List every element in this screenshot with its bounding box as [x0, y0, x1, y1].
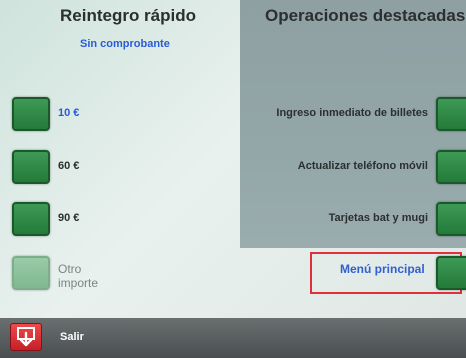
amount-60-label: 60 € [58, 160, 80, 172]
other-amount-line1: Otro [58, 262, 82, 276]
amount-90-button[interactable] [12, 202, 50, 236]
other-amount-label: Otro importe [58, 262, 98, 290]
featured-operations-panel [240, 0, 466, 248]
update-phone-label: Actualizar teléfono móvil [297, 160, 428, 172]
exit-icon [17, 327, 35, 347]
main-menu-button[interactable] [436, 256, 466, 290]
update-phone-button[interactable] [436, 150, 466, 184]
bat-mugi-cards-button[interactable] [436, 202, 466, 236]
no-receipt-label: Sin comprobante [80, 38, 170, 50]
exit-button[interactable] [10, 323, 42, 351]
other-amount-button[interactable] [12, 256, 50, 290]
main-menu-label: Menú principal [340, 262, 425, 276]
featured-operations-title: Operaciones destacadas [265, 6, 466, 25]
amount-10-button[interactable] [12, 97, 50, 131]
deposit-bills-label: Ingreso inmediato de billetes [276, 107, 428, 119]
other-amount-line2: importe [58, 276, 99, 290]
bat-mugi-cards-label: Tarjetas bat y mugi [328, 212, 428, 224]
exit-label: Salir [60, 331, 84, 343]
amount-60-button[interactable] [12, 150, 50, 184]
amount-90-label: 90 € [58, 212, 80, 224]
deposit-bills-button[interactable] [436, 97, 466, 131]
quick-withdrawal-title: Reintegro rápido [60, 6, 197, 25]
amount-10-label: 10 € [58, 107, 80, 119]
